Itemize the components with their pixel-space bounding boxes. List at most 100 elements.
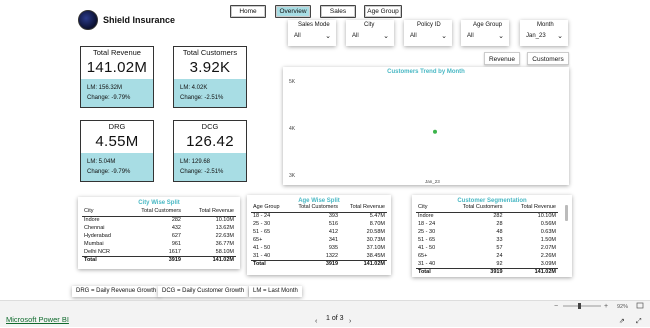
column-header[interactable]: Total Revenue bbox=[183, 208, 236, 217]
city-wise-split-table[interactable]: City Wise Split City Total Customers Tot… bbox=[78, 197, 240, 269]
kpi-total-customers-card: Total Customers 3.92K LM: 4.02K Change: … bbox=[173, 46, 247, 108]
slicer-value: Jan_23 bbox=[526, 33, 546, 39]
table-row[interactable]: 18 - 24 28 0.56M bbox=[416, 220, 558, 228]
table-row[interactable]: Indore 282 10.10M bbox=[416, 212, 558, 220]
power-bi-link[interactable]: Microsoft Power BI bbox=[6, 315, 69, 324]
cell: 18 - 24 bbox=[253, 213, 271, 220]
vertical-scrollbar[interactable] bbox=[565, 205, 568, 221]
table-row[interactable]: Chennai 432 13.62M bbox=[82, 224, 236, 232]
cell: 141.02M bbox=[504, 267, 558, 276]
kpi-detail: LM: 156.32M Change: -9.79% bbox=[81, 79, 153, 107]
column-header[interactable]: City bbox=[82, 208, 124, 217]
cell: 51 - 65 bbox=[418, 237, 436, 243]
cell: 36.77M bbox=[215, 241, 234, 247]
column-header[interactable]: Total Customers bbox=[287, 204, 341, 213]
kpi-detail: LM: 5.04M Change: -9.79% bbox=[81, 153, 153, 181]
nav-home-button[interactable]: Home bbox=[230, 5, 266, 18]
kpi-last-month: LM: 156.32M bbox=[87, 85, 123, 91]
kpi-detail: LM: 129.68 Change: -2.51% bbox=[174, 153, 246, 181]
table-row[interactable]: 65+ 24 2.26M bbox=[416, 252, 558, 260]
column-header[interactable]: Total Revenue bbox=[504, 204, 558, 213]
zoom-out-icon[interactable]: − bbox=[554, 303, 558, 310]
y-tick-label: 5K bbox=[289, 79, 296, 85]
column-header[interactable]: Total Customers bbox=[123, 208, 183, 217]
table-row[interactable]: 31 - 40 1322 38.45M bbox=[251, 252, 387, 260]
table-row[interactable]: 51 - 65 33 1.50M bbox=[416, 236, 558, 244]
customers-toggle-button[interactable]: Customers bbox=[527, 52, 569, 65]
next-page-icon[interactable]: › bbox=[349, 318, 352, 325]
cell: 0.56M bbox=[540, 221, 556, 227]
revenue-toggle-button[interactable]: Revenue bbox=[484, 52, 520, 65]
table-row[interactable]: 31 - 40 92 3.09M bbox=[416, 260, 558, 268]
table-row[interactable]: 51 - 65 412 20.58M bbox=[251, 228, 387, 236]
cell: Total bbox=[416, 267, 445, 276]
data-point[interactable] bbox=[433, 129, 437, 134]
kpi-total-revenue-card: Total Revenue 141.02M LM: 156.32M Change… bbox=[80, 46, 154, 108]
column-header[interactable]: Total Revenue bbox=[340, 204, 387, 213]
table-row[interactable]: 65+ 341 30.73M bbox=[251, 236, 387, 244]
table-total-row: Total 3919 141.02M bbox=[416, 267, 558, 276]
y-tick-label: 4K bbox=[289, 126, 296, 132]
column-header[interactable]: Total Customers bbox=[444, 204, 505, 213]
age-wise-split-table[interactable]: Age Wise Split Age Group Total Customers… bbox=[247, 195, 391, 275]
fullscreen-icon[interactable]: ⤢ bbox=[636, 318, 642, 325]
cell: 31 - 40 bbox=[418, 260, 436, 267]
table-row[interactable]: Mumbai 961 36.77M bbox=[82, 240, 236, 248]
zoom-slider-handle[interactable] bbox=[578, 303, 581, 309]
slicer-month[interactable]: Month Jan_23 ⌄ bbox=[520, 20, 568, 46]
cell: 92 bbox=[496, 260, 503, 267]
table-row[interactable]: 41 - 50 935 37.10M bbox=[251, 244, 387, 252]
kpi-last-month: LM: 129.68 bbox=[180, 159, 211, 165]
cell: 18 - 24 bbox=[418, 221, 436, 227]
kpi-last-month: LM: 5.04M bbox=[87, 159, 116, 165]
prev-page-icon[interactable]: ‹ bbox=[315, 318, 318, 325]
slicer-sales-mode[interactable]: Sales Mode All ⌄ bbox=[288, 20, 336, 46]
slicer-city[interactable]: City All ⌄ bbox=[346, 20, 394, 46]
cell: Chennai bbox=[84, 225, 105, 231]
kpi-title: Total Revenue bbox=[93, 48, 141, 57]
cell: Total bbox=[251, 259, 288, 268]
zoom-in-icon[interactable]: + bbox=[604, 303, 608, 310]
kpi-detail: LM: 4.02K Change: -2.51% bbox=[174, 79, 246, 107]
customer-segmentation-table[interactable]: Customer Segmentation City Total Custome… bbox=[412, 195, 572, 277]
cell: Hyderabad bbox=[84, 233, 111, 239]
nav-sales-button[interactable]: Sales bbox=[320, 5, 356, 18]
zoom-level: 92% bbox=[617, 304, 628, 310]
cell: 58.10M bbox=[215, 248, 234, 255]
table-row[interactable]: 41 - 50 57 2.07M bbox=[416, 244, 558, 252]
table-row[interactable]: 18 - 24 393 5.47M bbox=[251, 212, 387, 220]
nav-overview-button[interactable]: Overview bbox=[275, 5, 311, 18]
cell: 3919 bbox=[444, 267, 505, 276]
kpi-title: DRG bbox=[108, 122, 126, 131]
cell: 41 - 50 bbox=[418, 245, 436, 251]
cell: 3919 bbox=[287, 259, 341, 268]
slicer-age-group[interactable]: Age Group All ⌄ bbox=[461, 20, 509, 46]
share-icon[interactable]: ⇗ bbox=[619, 318, 625, 325]
kpi-title: DCG bbox=[201, 122, 219, 131]
page-indicator: 1 of 3 bbox=[326, 315, 344, 322]
slicer-label: Sales Mode bbox=[298, 22, 330, 28]
cell: 24 bbox=[496, 253, 503, 259]
legend-lm: LM = Last Month bbox=[249, 286, 302, 297]
customers-trend-chart[interactable]: Customers Trend by Month 5K 4K 3K Jan_23 bbox=[283, 67, 569, 185]
column-header[interactable]: Age Group bbox=[251, 204, 288, 213]
slicer-label: Policy ID bbox=[417, 22, 441, 28]
cell: 1.50M bbox=[540, 237, 556, 243]
table-row[interactable]: Delhi NCR 1617 58.10M bbox=[82, 248, 236, 256]
column-header[interactable]: City bbox=[416, 204, 445, 213]
table-row[interactable]: 25 - 30 516 8.70M bbox=[251, 220, 387, 228]
y-tick-label: 3K bbox=[289, 173, 296, 179]
cell: 5.47M bbox=[369, 213, 385, 220]
nav-age-group-button[interactable]: Age Group bbox=[364, 5, 402, 18]
slicer-policy-id[interactable]: Policy ID All ⌄ bbox=[404, 20, 452, 46]
kpi-change: Change: -9.79% bbox=[87, 169, 131, 175]
cell: 10.10M bbox=[215, 217, 234, 224]
fit-page-icon[interactable] bbox=[636, 302, 644, 309]
cell: Indore bbox=[418, 213, 434, 220]
slicer-value: All bbox=[352, 33, 359, 39]
table-row[interactable]: Indore 282 10.10M bbox=[82, 216, 236, 224]
table-row[interactable]: Hyderabad 627 22.63M bbox=[82, 232, 236, 240]
table-row[interactable]: 25 - 30 48 0.63M bbox=[416, 228, 558, 236]
kpi-dcg-card: DCG 126.42 LM: 129.68 Change: -2.51% bbox=[173, 120, 247, 182]
cell: 3919 bbox=[123, 255, 183, 264]
